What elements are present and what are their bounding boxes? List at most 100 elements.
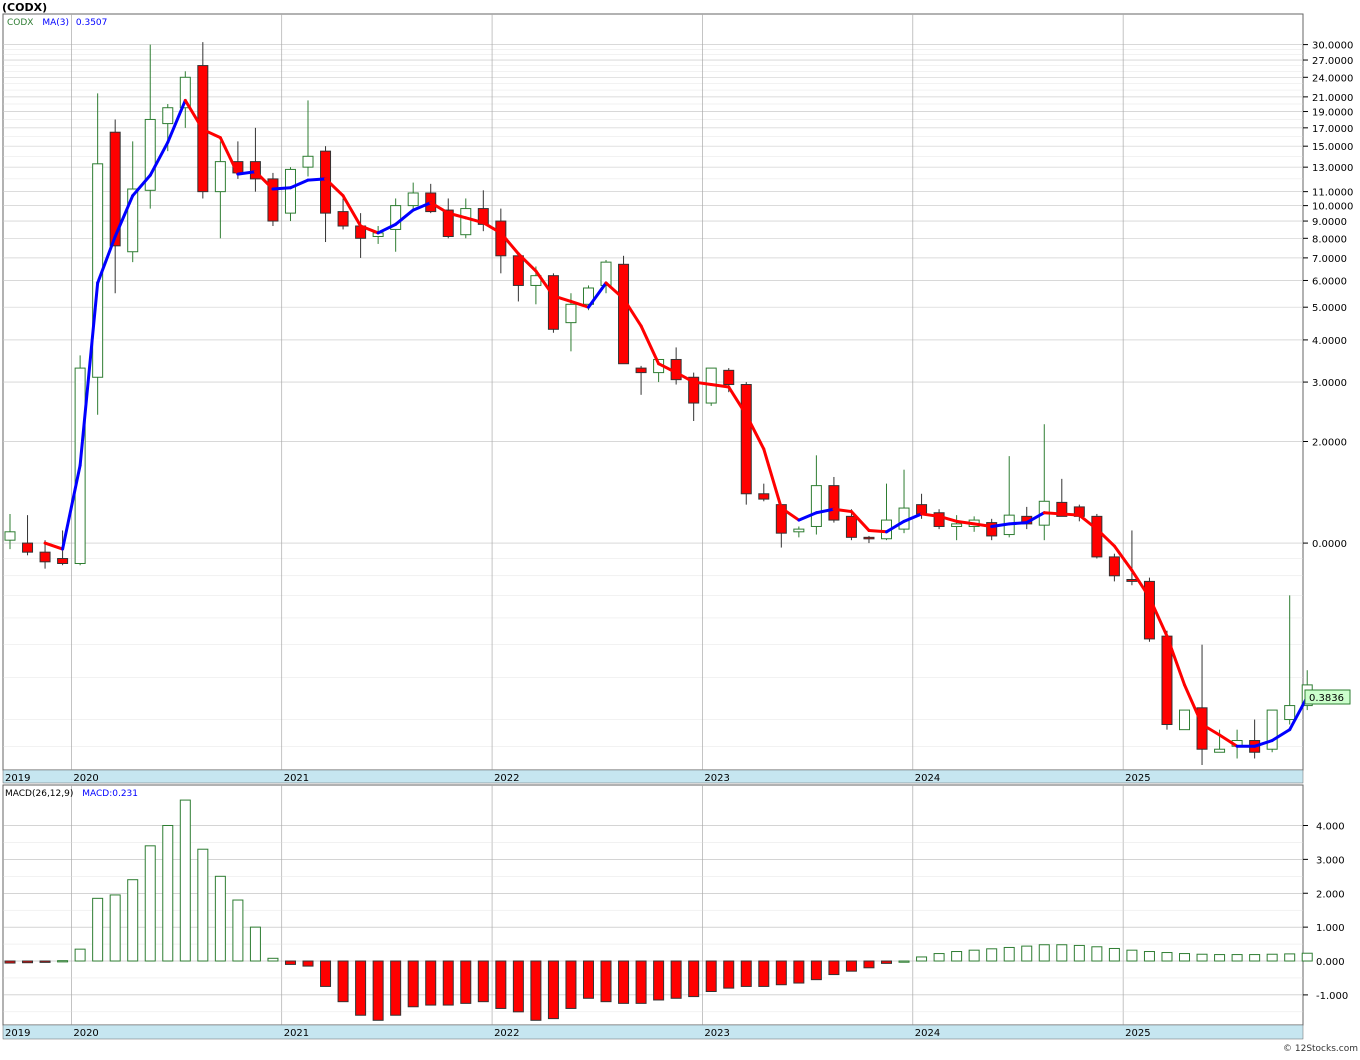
- watermark: © 12Stocks.com: [1283, 1044, 1358, 1054]
- candle-body: [162, 107, 174, 125]
- macd-bar: [1091, 946, 1103, 962]
- legend-ma-value: 0.3507: [76, 18, 108, 28]
- price-y-tick-label: 13.0000: [1312, 163, 1353, 174]
- macd-bar: [600, 960, 612, 1003]
- macd-bar: [425, 960, 437, 1006]
- candle-body: [547, 275, 559, 330]
- macd-bar: [407, 960, 419, 1008]
- price-y-tick-label: 10.0000: [1312, 202, 1353, 213]
- macd-bar: [582, 960, 594, 999]
- macd-bar: [793, 960, 805, 984]
- candle-body: [337, 211, 349, 227]
- macd-bar: [1266, 953, 1278, 962]
- price-y-tick-label: 4.0000: [1312, 336, 1347, 347]
- candle-body: [22, 542, 34, 553]
- macd-bar: [127, 879, 139, 962]
- macd-bar: [1108, 947, 1120, 962]
- macd-legend-label: MACD(26,12,9): [5, 789, 73, 799]
- macd-bar: [39, 960, 51, 963]
- price-y-tick-label: 2.0000: [1312, 437, 1347, 448]
- macd-x-axis-band: [2, 1024, 1304, 1040]
- macd-year-label: 2025: [1125, 1028, 1150, 1039]
- price-y-tick-label: 3.0000: [1312, 378, 1347, 389]
- macd-bar: [1231, 954, 1243, 962]
- macd-bar: [1161, 952, 1173, 962]
- candle-body: [810, 485, 822, 527]
- macd-bar: [249, 926, 261, 962]
- candle-body: [214, 161, 226, 193]
- macd-bar: [442, 960, 454, 1006]
- macd-y-tick-label: -1.000: [1316, 991, 1348, 1002]
- macd-bar: [495, 960, 507, 1009]
- price-year-label: 2023: [704, 773, 729, 784]
- macd-bar: [1249, 954, 1261, 962]
- macd-bar: [565, 960, 577, 1009]
- macd-bar: [740, 960, 752, 987]
- macd-bar: [92, 897, 104, 962]
- ma-segment: [306, 177, 328, 182]
- macd-legend-value: MACD:0.231: [82, 789, 138, 799]
- legend-ma-label: MA(3): [42, 18, 69, 28]
- macd-bar: [986, 948, 998, 962]
- candle-body: [1214, 748, 1226, 753]
- macd-bar: [512, 960, 524, 1013]
- svg-text:CODX MA(3) 0.3507: CODX MA(3) 0.3507: [7, 18, 107, 28]
- macd-year-label: 2022: [494, 1028, 519, 1039]
- window-title: (CODX): [2, 1, 47, 14]
- macd-bar: [267, 957, 279, 962]
- macd-bar: [1003, 946, 1015, 962]
- candle-body: [863, 536, 875, 540]
- macd-bar: [635, 960, 647, 1004]
- price-year-label: 2025: [1125, 773, 1150, 784]
- macd-bar: [1073, 944, 1085, 962]
- macd-bar: [355, 960, 367, 1016]
- candle-body: [407, 192, 419, 207]
- macd-bar: [1179, 953, 1191, 962]
- macd-bar: [1284, 953, 1296, 962]
- price-y-tick-label: 19.0000: [1312, 108, 1353, 119]
- macd-bar: [320, 960, 332, 987]
- candle-body: [302, 155, 314, 168]
- macd-bar: [372, 960, 384, 1021]
- price-year-label: 2021: [284, 773, 309, 784]
- price-y-tick-label: 30.0000: [1312, 41, 1353, 52]
- macd-bar: [1038, 944, 1050, 962]
- candle-body: [1266, 709, 1278, 750]
- price-x-axis-band: [2, 769, 1304, 784]
- price-y-tick-label: 21.0000: [1312, 93, 1353, 104]
- macd-y-tick-label: 2.000: [1316, 889, 1345, 900]
- price-year-label: 2024: [915, 773, 940, 784]
- macd-bar: [1301, 952, 1313, 962]
- macd-y-tick-label: 3.000: [1316, 855, 1345, 866]
- macd-bar: [775, 960, 787, 986]
- candle-body: [758, 493, 770, 500]
- macd-bar: [1214, 954, 1226, 962]
- candle-body: [828, 485, 840, 521]
- macd-bar: [810, 960, 822, 981]
- legend-symbol: CODX: [7, 18, 33, 28]
- macd-bar: [4, 960, 16, 964]
- candle-body: [39, 551, 51, 563]
- candle-body: [460, 208, 472, 236]
- price-y-tick-label: 24.0000: [1312, 73, 1353, 84]
- candle-body: [740, 384, 752, 495]
- macd-bar: [670, 960, 682, 999]
- stock-chart: (CODX) 30.0000 27.0000 24.0000 21.0000 19.00…: [0, 0, 1360, 1056]
- candle-body: [1284, 705, 1296, 721]
- macd-bar: [477, 960, 489, 1003]
- price-y-tick-label: 11.0000: [1312, 188, 1353, 199]
- price-y-tick-label: 9.0000: [1312, 217, 1347, 228]
- macd-bar: [863, 960, 875, 969]
- macd-bar: [1196, 953, 1208, 962]
- candle-body: [845, 515, 857, 538]
- macd-bar: [1056, 944, 1068, 962]
- macd-y-tick-label: 4.000: [1316, 821, 1345, 832]
- macd-y-tick-label: 1.000: [1316, 923, 1345, 934]
- macd-bar: [232, 899, 244, 962]
- price-year-label: 2019: [5, 773, 30, 784]
- candle-body: [618, 263, 630, 365]
- svg-text:MACD(26,12,9) MACD:0.231: MACD(26,12,9) MACD:0.231: [5, 789, 138, 799]
- ma-segment: [1007, 521, 1029, 526]
- candle-body: [512, 255, 524, 286]
- ma-segment: [1042, 511, 1064, 516]
